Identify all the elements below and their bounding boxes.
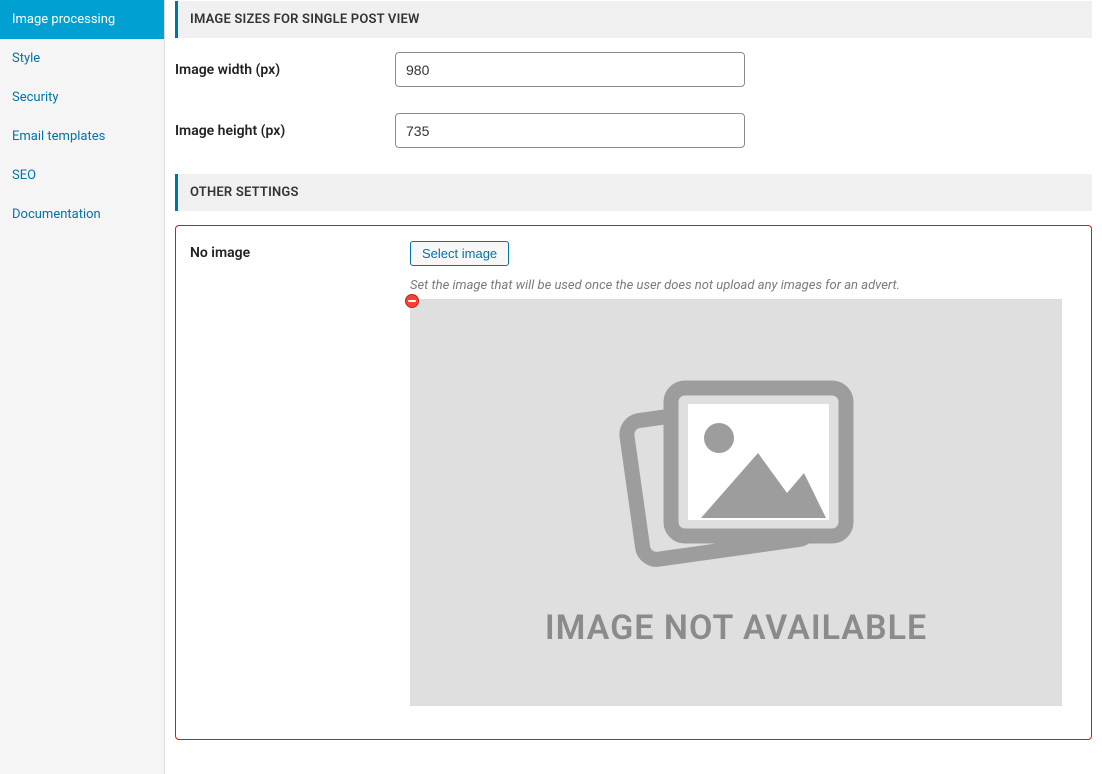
sidebar-item-style[interactable]: Style bbox=[0, 39, 164, 78]
input-image-height[interactable] bbox=[395, 113, 745, 148]
sidebar-item-documentation[interactable]: Documentation bbox=[0, 195, 164, 234]
field-image-height: Image height (px) bbox=[175, 113, 1092, 148]
label-no-image: No image bbox=[190, 241, 410, 261]
label-image-width: Image width (px) bbox=[175, 52, 395, 78]
sidebar-item-email-templates[interactable]: Email templates bbox=[0, 117, 164, 156]
photo-stack-icon bbox=[616, 358, 856, 573]
sidebar-item-security[interactable]: Security bbox=[0, 78, 164, 117]
section-header-other: OTHER SETTINGS bbox=[175, 174, 1092, 211]
placeholder-image: IMAGE NOT AVAILABLE bbox=[410, 299, 1062, 706]
other-settings-block: No image Select image Set the image that… bbox=[175, 225, 1092, 740]
sidebar: Image processing Style Security Email te… bbox=[0, 0, 165, 774]
label-image-height: Image height (px) bbox=[175, 113, 395, 139]
input-image-width[interactable] bbox=[395, 52, 745, 87]
placeholder-text: IMAGE NOT AVAILABLE bbox=[545, 608, 927, 648]
field-image-width: Image width (px) bbox=[175, 52, 1092, 87]
no-image-help-text: Set the image that will be used once the… bbox=[410, 278, 1077, 293]
sidebar-item-image-processing[interactable]: Image processing bbox=[0, 0, 164, 39]
main-content: IMAGE SIZES FOR SINGLE POST VIEW Image w… bbox=[165, 0, 1102, 774]
select-image-button[interactable]: Select image bbox=[410, 241, 509, 266]
section-header-single-post: IMAGE SIZES FOR SINGLE POST VIEW bbox=[175, 1, 1092, 38]
remove-image-icon[interactable] bbox=[405, 294, 419, 308]
no-image-preview: IMAGE NOT AVAILABLE bbox=[410, 299, 1077, 706]
sidebar-item-seo[interactable]: SEO bbox=[0, 156, 164, 195]
